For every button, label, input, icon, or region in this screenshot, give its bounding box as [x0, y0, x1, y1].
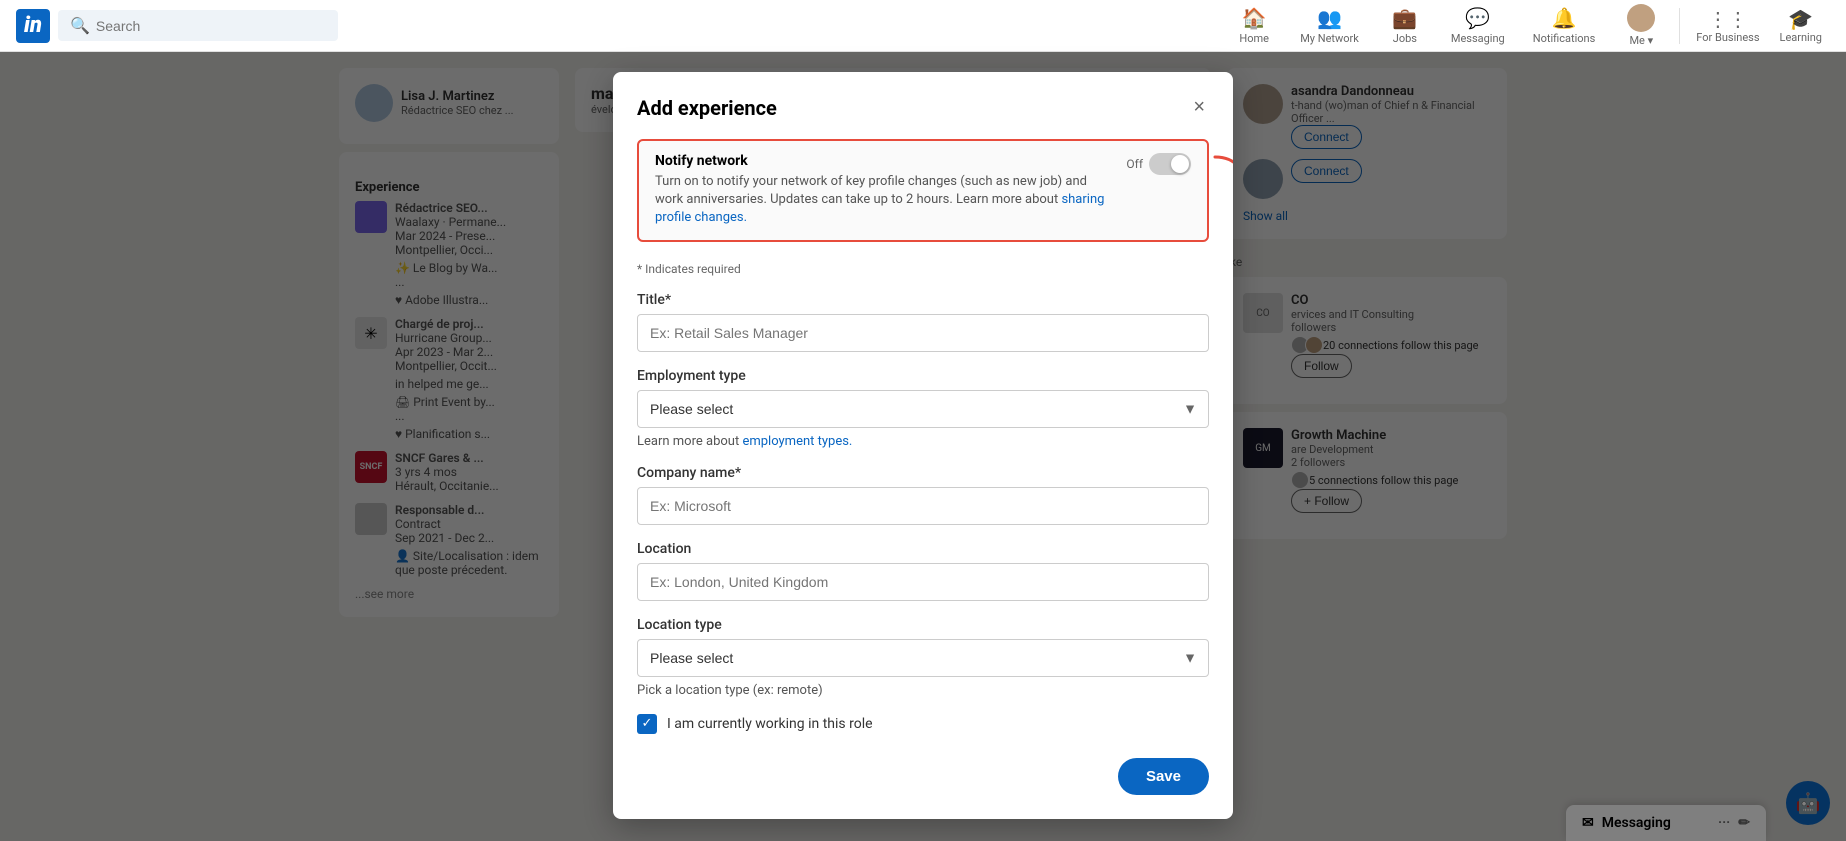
location-type-select[interactable]: Please select On-site Hybrid Remote — [637, 639, 1209, 677]
checkmark-icon: ✓ — [642, 716, 653, 731]
title-input[interactable] — [637, 314, 1209, 352]
network-icon: 👥 — [1317, 6, 1342, 30]
employment-type-select-wrap: Please select Full-time Part-time Self-e… — [637, 390, 1209, 428]
modal-overlay: Add experience × Notify network Turn on … — [0, 52, 1846, 841]
nav-avatar-item[interactable]: Me ▾ — [1611, 0, 1671, 51]
add-experience-modal: Add experience × Notify network Turn on … — [613, 72, 1233, 819]
employment-type-label: Employment type — [637, 368, 1209, 384]
home-icon: 🏠 — [1242, 6, 1267, 30]
nav-divider — [1679, 8, 1680, 44]
location-label: Location — [637, 541, 1209, 557]
red-arrow-annotation — [1207, 149, 1233, 197]
nav-for-business[interactable]: ⋮⋮ For Business — [1688, 3, 1767, 48]
employment-type-helper: Learn more about employment types. — [637, 434, 1209, 449]
notify-title: Notify network — [655, 153, 1110, 169]
notify-toggle-switch[interactable] — [1149, 153, 1191, 175]
location-type-select-wrap: Please select On-site Hybrid Remote ▼ — [637, 639, 1209, 677]
employment-type-field-group: Employment type Please select Full-time … — [637, 368, 1209, 449]
notify-description: Turn on to notify your network of key pr… — [655, 173, 1110, 228]
location-field-group: Location — [637, 541, 1209, 601]
employment-types-link[interactable]: employment types. — [742, 434, 852, 449]
notify-text: Notify network Turn on to notify your ne… — [655, 153, 1126, 228]
notifications-icon: 🔔 — [1552, 6, 1577, 30]
company-name-input[interactable] — [637, 487, 1209, 525]
messaging-icon: 💬 — [1465, 6, 1490, 30]
learning-icon: 🎓 — [1788, 7, 1813, 31]
toggle-off-label: Off — [1126, 157, 1143, 171]
title-label: Title* — [637, 292, 1209, 308]
modal-footer: Save — [637, 750, 1209, 795]
nav-network[interactable]: 👥 My Network — [1288, 2, 1371, 49]
nav-icons-group: 🏠 Home 👥 My Network 💼 Jobs 💬 Messaging 🔔… — [1224, 0, 1830, 51]
location-type-helper: Pick a location type (ex: remote) — [637, 683, 1209, 698]
search-input[interactable] — [96, 18, 326, 34]
navigation: in 🔍 🏠 Home 👥 My Network 💼 Jobs 💬 Messag… — [0, 0, 1846, 52]
nav-notifications[interactable]: 🔔 Notifications — [1521, 2, 1608, 49]
toggle-knob — [1171, 155, 1189, 173]
currently-working-checkbox[interactable]: ✓ — [637, 714, 657, 734]
search-bar[interactable]: 🔍 — [58, 10, 338, 41]
modal-title: Add experience — [637, 96, 777, 120]
nav-home[interactable]: 🏠 Home — [1224, 2, 1284, 49]
company-name-label: Company name* — [637, 465, 1209, 481]
jobs-icon: 💼 — [1392, 6, 1417, 30]
nav-jobs[interactable]: 💼 Jobs — [1375, 2, 1435, 49]
modal-header: Add experience × — [613, 72, 1233, 139]
modal-body: Notify network Turn on to notify your ne… — [613, 139, 1233, 819]
employment-type-select[interactable]: Please select Full-time Part-time Self-e… — [637, 390, 1209, 428]
location-input[interactable] — [637, 563, 1209, 601]
nav-messaging[interactable]: 💬 Messaging — [1439, 2, 1517, 49]
location-type-field-group: Location type Please select On-site Hybr… — [637, 617, 1209, 698]
currently-working-row: ✓ I am currently working in this role — [637, 714, 1209, 734]
modal-close-button[interactable]: × — [1189, 92, 1209, 123]
user-avatar — [1627, 4, 1655, 32]
notify-toggle-group: Off — [1126, 153, 1191, 175]
currently-working-label: I am currently working in this role — [667, 716, 873, 732]
notify-network-box: Notify network Turn on to notify your ne… — [637, 139, 1209, 242]
required-note: * Indicates required — [637, 262, 1209, 276]
company-name-field-group: Company name* — [637, 465, 1209, 525]
nav-learning[interactable]: 🎓 Learning — [1772, 3, 1830, 48]
location-type-label: Location type — [637, 617, 1209, 633]
title-field-group: Title* — [637, 292, 1209, 352]
grid-icon: ⋮⋮ — [1708, 7, 1748, 31]
search-icon: 🔍 — [70, 16, 90, 35]
linkedin-logo[interactable]: in — [16, 9, 50, 43]
save-button[interactable]: Save — [1118, 758, 1209, 795]
